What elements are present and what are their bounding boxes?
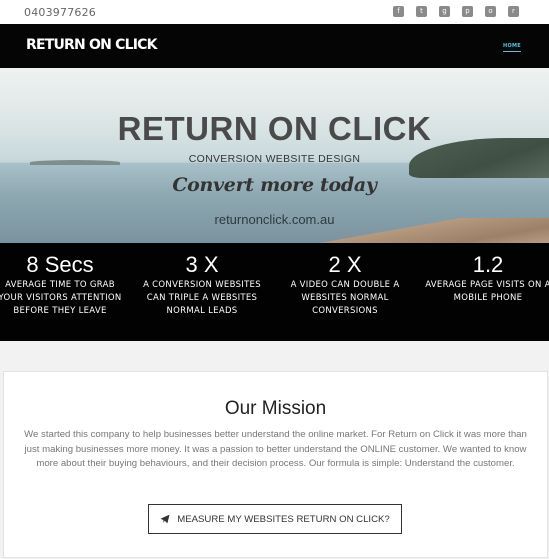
twitter-icon[interactable]: t bbox=[416, 6, 427, 17]
top-bar: 0403977626 f t g p o r bbox=[0, 0, 549, 24]
mission-section: Our Mission We started this company to h… bbox=[3, 371, 548, 558]
paper-plane-icon bbox=[160, 514, 170, 524]
stat-number: 1.2 bbox=[472, 252, 504, 277]
measure-roi-button[interactable]: MEASURE MY WEBSITES RETURN ON CLICK? bbox=[148, 504, 402, 534]
stat-item: 3 X A CONVERSION WEBSITES CAN TRIPLE A W… bbox=[137, 251, 267, 318]
stat-description: AVERAGE TIME TO GRAB YOUR VISITORS ATTEN… bbox=[0, 280, 122, 316]
stat-number: 2 X bbox=[328, 252, 362, 277]
measure-roi-button-label: MEASURE MY WEBSITES RETURN ON CLICK? bbox=[177, 513, 390, 525]
nav-item-home[interactable]: HOME bbox=[502, 43, 521, 52]
stat-item: 8 Secs AVERAGE TIME TO GRAB YOUR VISITOR… bbox=[0, 251, 125, 318]
google-plus-icon[interactable]: g bbox=[439, 6, 450, 17]
phone-number[interactable]: 0403977626 bbox=[24, 6, 96, 19]
brand-logo[interactable]: RETURN ON CLICK bbox=[26, 37, 157, 53]
mission-title: Our Mission bbox=[224, 398, 327, 419]
stats-strip: 8 Secs AVERAGE TIME TO GRAB YOUR VISITOR… bbox=[0, 243, 549, 341]
hero-url: returnonclick.com.au bbox=[214, 212, 335, 227]
stat-item: 1.2 AVERAGE PAGE VISITS ON A MOBILE PHON… bbox=[423, 251, 549, 305]
social-icons: f t g p o r bbox=[393, 6, 519, 17]
main-navbar: RETURN ON CLICK HOME bbox=[0, 24, 549, 68]
hero-banner: RETURN ON CLICK CONVERSION WEBSITE DESIG… bbox=[0, 68, 549, 243]
pinterest-icon[interactable]: p bbox=[462, 6, 473, 17]
stat-description: AVERAGE PAGE VISITS ON A MOBILE PHONE bbox=[425, 280, 549, 303]
stat-number: 8 Secs bbox=[26, 252, 94, 277]
instagram-icon[interactable]: o bbox=[485, 6, 496, 17]
hero-subtitle: CONVERSION WEBSITE DESIGN bbox=[188, 153, 361, 165]
hero-tagline: Convert more today bbox=[172, 174, 377, 196]
hero-title: RETURN ON CLICK bbox=[117, 110, 432, 147]
stat-item: 2 X A VIDEO CAN DOUBLE A WEBSITES NORMAL… bbox=[280, 251, 410, 318]
stat-description: A VIDEO CAN DOUBLE A WEBSITES NORMAL CON… bbox=[290, 280, 400, 316]
stat-description: A CONVERSION WEBSITES CAN TRIPLE A WEBSI… bbox=[143, 280, 261, 316]
rss-icon[interactable]: r bbox=[508, 6, 519, 17]
stat-number: 3 X bbox=[185, 252, 219, 277]
mission-body: We started this company to help business… bbox=[24, 429, 527, 469]
facebook-icon[interactable]: f bbox=[393, 6, 404, 17]
